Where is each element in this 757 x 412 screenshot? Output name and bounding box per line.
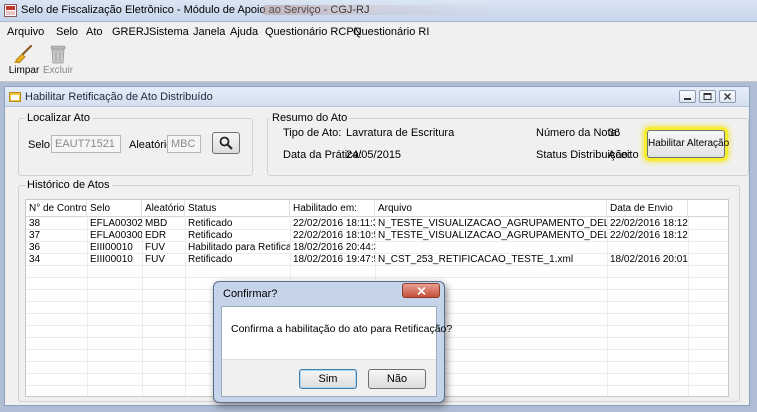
cell-habilitado: 18/02/2016 20:44:36 (293, 242, 375, 253)
habilitar-alteracao-button[interactable]: Habilitar Alteração (647, 130, 729, 158)
no-button[interactable]: Não (368, 369, 426, 389)
delete-label: Excluir (42, 65, 73, 76)
close-icon (724, 93, 731, 100)
col-arquivo[interactable]: Arquivo (375, 200, 607, 217)
cell-data-envio: 18/02/2016 20:01:28 (610, 254, 688, 265)
cell-aleatorio: MBD (145, 218, 168, 229)
child-titlebar: Habilitar Retificação de Ato Distribuído (5, 87, 749, 107)
table-row-empty (26, 266, 728, 278)
dialog-body: Confirma a habilitação do ato para Retif… (221, 306, 452, 397)
dialog-title: Confirmar? (223, 288, 278, 300)
blurred-title-area (262, 5, 502, 15)
menu-janela[interactable]: Janela (193, 26, 225, 38)
yes-button[interactable]: Sim (299, 369, 357, 389)
app-icon (4, 4, 17, 17)
tipo-value: Lavratura de Escritura (346, 127, 455, 139)
col-controle[interactable]: N° de Controle (26, 200, 87, 217)
cell-arquivo: N_CST_253_RETIFICACAO_TESTE_1.xml (378, 254, 574, 265)
selo-input[interactable]: EAUT71521 (51, 135, 121, 153)
trash-icon (50, 45, 66, 64)
cell-data-envio: 22/02/2016 18:12:43 (610, 230, 688, 241)
search-button[interactable] (212, 132, 240, 154)
cell-controle: 38 (29, 218, 41, 229)
col-selo[interactable]: Selo (87, 200, 142, 217)
tipo-label: Tipo de Ato: (283, 127, 342, 139)
maximize-button[interactable] (699, 90, 716, 103)
cell-data-envio: 22/02/2016 18:12:43 (610, 218, 688, 229)
cell-aleatorio: EDR (145, 230, 167, 241)
delete-button[interactable]: Excluir (40, 44, 76, 80)
table-header: N° de Controle Selo Aleatório Status Hab… (26, 200, 728, 217)
table-row[interactable]: 37 EFLA00300 EDR Retificado 22/02/2016 1… (26, 230, 728, 242)
aleatorio-input[interactable]: MBC (167, 135, 201, 153)
cell-selo: EFLA00300 (90, 230, 142, 241)
dialog-footer: Sim Não (222, 359, 436, 396)
close-icon (416, 287, 426, 295)
dialog-close-button[interactable] (402, 283, 440, 298)
cell-arquivo: N_TESTE_VISUALIZACAO_AGRUPAMENTO_DELETRO… (378, 230, 607, 241)
data-value: 24/05/2015 (346, 149, 402, 161)
toolbar: Limpar Excluir (0, 42, 757, 82)
cell-selo: EIII00010 (90, 242, 133, 253)
cell-aleatorio: FUV (145, 254, 165, 265)
menu-bar: Arquivo Selo Ato GRERJ Sistema Janela Aj… (0, 22, 757, 42)
search-icon (219, 136, 233, 150)
maximize-icon (703, 93, 712, 100)
col-habilitado[interactable]: Habilitado em: (290, 200, 375, 217)
menu-selo[interactable]: Selo (56, 26, 78, 38)
cell-aleatorio: FUV (145, 242, 165, 253)
dialog-message: Confirma a habilitação do ato para Retif… (231, 323, 453, 335)
cell-habilitado: 18/02/2016 19:47:55 (293, 254, 375, 265)
cell-selo: EIII00010 (90, 254, 133, 265)
status-value: Aceito (608, 149, 639, 161)
cell-status: Retificado (188, 230, 233, 241)
cell-habilitado: 22/02/2016 18:11:31 (293, 218, 375, 229)
menu-sistema[interactable]: Sistema (149, 26, 189, 38)
table-row[interactable]: 36 EIII00010 FUV Habilitado para Retific… (26, 242, 728, 254)
minimize-button[interactable] (679, 90, 696, 103)
col-status[interactable]: Status (185, 200, 290, 217)
minimize-icon (684, 98, 691, 100)
form-icon (9, 92, 21, 102)
historico-legend: Histórico de Atos (27, 179, 110, 191)
app-titlebar: Selo de Fiscalização Eletrônico - Módulo… (0, 0, 757, 22)
cell-arquivo: N_TESTE_VISUALIZACAO_AGRUPAMENTO_DELETRO… (378, 218, 607, 229)
cell-selo: EFLA00302 (90, 218, 142, 229)
cell-controle: 36 (29, 242, 41, 253)
selo-label: Selo: (28, 139, 54, 151)
menu-ato[interactable]: Ato (86, 26, 103, 38)
cell-controle: 37 (29, 230, 41, 241)
cell-data-envio (607, 242, 688, 254)
confirm-dialog: Confirmar? Confirma a habilitação do ato… (213, 281, 452, 403)
resumo-legend: Resumo do Ato (272, 112, 348, 124)
cell-controle: 34 (29, 254, 41, 265)
cell-arquivo (375, 242, 607, 254)
cell-status: Retificado (188, 218, 233, 229)
clear-label: Limpar (8, 65, 40, 76)
table-row[interactable]: 34 EIII00010 FUV Retificado 18/02/2016 1… (26, 254, 728, 266)
menu-ajuda[interactable]: Ajuda (230, 26, 258, 38)
child-title: Habilitar Retificação de Ato Distribuído (25, 91, 213, 103)
col-data-envio[interactable]: Data de Envio (607, 200, 688, 217)
clear-button[interactable]: Limpar (6, 44, 42, 80)
col-aleatorio[interactable]: Aleatório (142, 200, 185, 217)
close-window-button[interactable] (719, 90, 736, 103)
localizar-legend: Localizar Ato (27, 112, 90, 124)
cell-status: Habilitado para Retificação (188, 242, 290, 253)
cell-status: Retificado (188, 254, 233, 265)
table-row[interactable]: 38 EFLA00302 MBD Retificado 22/02/2016 1… (26, 218, 728, 230)
menu-arquivo[interactable]: Arquivo (7, 26, 44, 38)
cell-habilitado: 22/02/2016 18:10:58 (293, 230, 375, 241)
menu-grerj[interactable]: GRERJ (112, 26, 149, 38)
menu-questionario-rcpn[interactable]: Questionário RCPN (265, 26, 362, 38)
menu-questionario-ri[interactable]: Questionário RI (353, 26, 429, 38)
broom-icon (14, 44, 33, 64)
numero-value: 36 (608, 127, 621, 139)
